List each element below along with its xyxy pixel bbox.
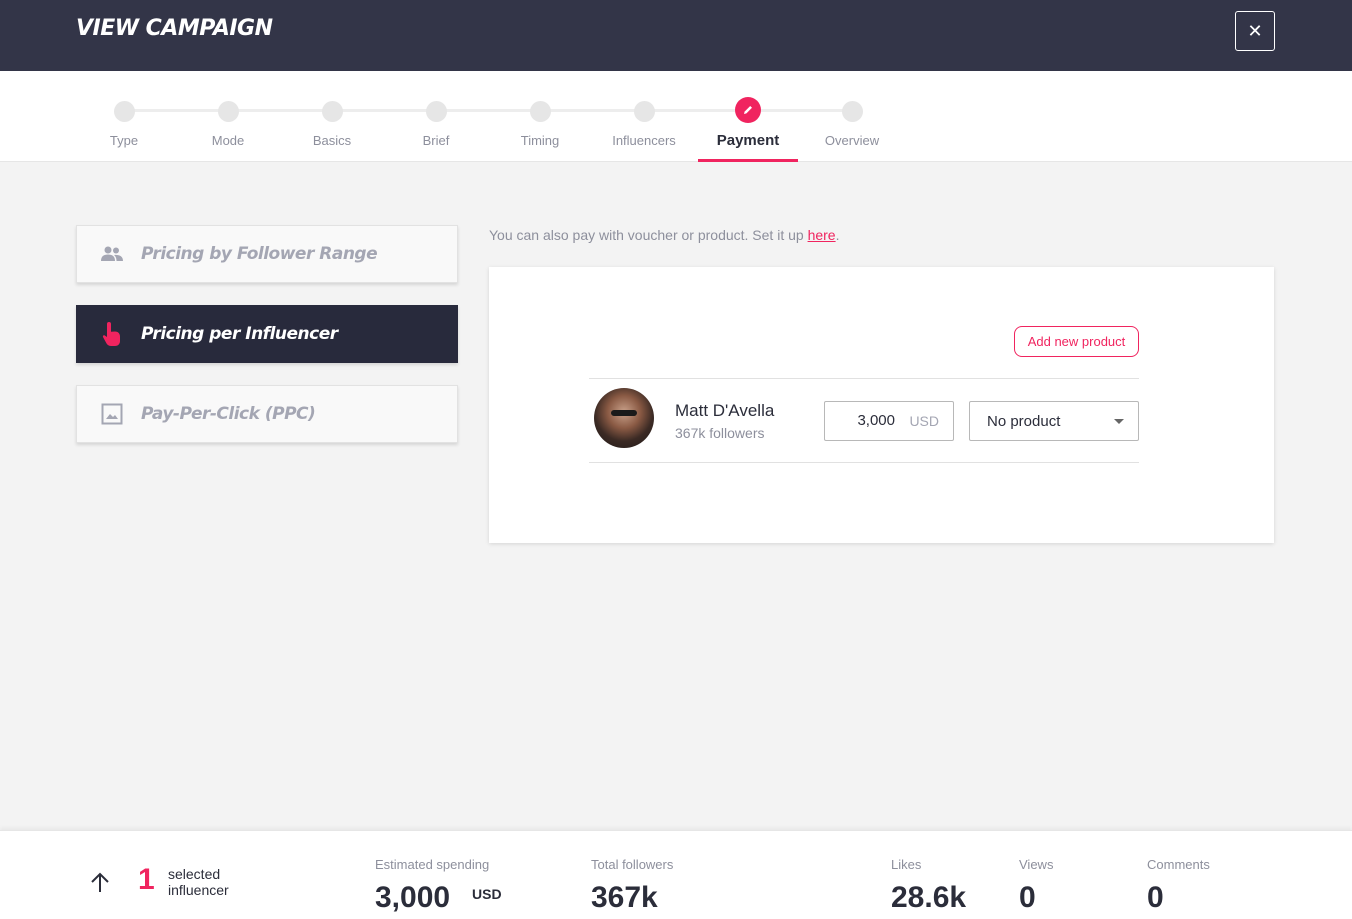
step-label: Mode	[211, 133, 245, 148]
chevron-down-icon	[1114, 419, 1124, 424]
step-brief[interactable]: Brief	[384, 97, 488, 148]
influencer-pricing-card: Add new product Matt D'Avella 367k follo…	[489, 267, 1274, 543]
step-influencers[interactable]: Influencers	[592, 97, 696, 148]
setup-here-link[interactable]: here	[808, 227, 836, 243]
influencer-name: Matt D'Avella	[675, 401, 775, 420]
product-select[interactable]: No product	[969, 401, 1139, 441]
total-followers-value: 367k	[591, 881, 658, 914]
pricing-option-label: Pricing per Influencer	[141, 324, 338, 344]
step-dot	[321, 101, 343, 122]
price-input[interactable]: 3,000 USD	[824, 401, 954, 441]
estimated-spending-value: 3,000	[375, 881, 451, 914]
total-followers-label: Total followers	[591, 857, 674, 872]
selected-label: selected influencer	[168, 866, 229, 898]
estimated-spending-label: Estimated spending	[375, 857, 490, 872]
page-title: VIEW CAMPAIGN	[76, 16, 273, 41]
likes-value: 28.6k	[891, 881, 967, 914]
people-icon	[100, 246, 124, 262]
touch-icon	[100, 321, 124, 347]
payment-note-end: .	[835, 227, 840, 243]
step-dot	[217, 101, 239, 122]
estimated-spending-unit: USD	[472, 886, 502, 902]
step-payment[interactable]: Payment	[696, 97, 800, 149]
step-dot	[841, 101, 863, 122]
price-value: 3,000	[857, 412, 895, 429]
price-currency: USD	[909, 413, 939, 429]
views-value: 0	[1019, 881, 1036, 914]
pricing-option-follower-range[interactable]: Pricing by Follower Range	[76, 225, 458, 283]
app-header: VIEW CAMPAIGN ✕	[0, 0, 1352, 71]
step-overview[interactable]: Overview	[800, 97, 904, 148]
comments-label: Comments	[1147, 857, 1210, 872]
views-label: Views	[1019, 857, 1054, 872]
add-new-product-button[interactable]: Add new product	[1014, 326, 1139, 357]
pricing-option-ppc[interactable]: Pay-Per-Click (PPC)	[76, 385, 458, 443]
pricing-option-label: Pricing by Follower Range	[141, 244, 378, 264]
selected-count: 1	[138, 863, 155, 896]
close-icon: ✕	[1247, 20, 1263, 41]
avatar	[594, 388, 654, 448]
step-label: Brief	[422, 133, 450, 148]
comments-value: 0	[1147, 881, 1164, 914]
step-dot	[529, 101, 551, 122]
active-step-underline	[698, 159, 798, 162]
payment-note: You can also pay with voucher or product…	[489, 227, 839, 243]
step-label: Payment	[716, 132, 780, 149]
step-dot	[113, 101, 135, 122]
influencer-followers: 367k followers	[675, 425, 765, 441]
likes-label: Likes	[891, 857, 922, 872]
close-button[interactable]: ✕	[1235, 11, 1275, 51]
arrow-up-icon[interactable]	[88, 871, 112, 895]
pricing-option-per-influencer[interactable]: Pricing per Influencer	[76, 305, 458, 363]
step-mode[interactable]: Mode	[176, 97, 280, 148]
step-label: Timing	[520, 133, 560, 148]
step-basics[interactable]: Basics	[280, 97, 384, 148]
step-timing[interactable]: Timing	[488, 97, 592, 148]
step-type[interactable]: Type	[72, 97, 176, 148]
step-dot	[425, 101, 447, 122]
summary-footer: 1 selected influencer Estimated spending…	[0, 830, 1352, 919]
step-label: Basics	[312, 133, 352, 148]
product-select-value: No product	[987, 413, 1061, 430]
campaign-stepper: Type Mode Basics Brief Timing Influencer…	[0, 71, 1352, 162]
payment-note-text: You can also pay with voucher or product…	[489, 227, 808, 243]
pencil-icon	[735, 97, 761, 123]
step-label: Influencers	[612, 133, 676, 148]
step-label: Type	[109, 133, 139, 148]
pricing-option-label: Pay-Per-Click (PPC)	[141, 404, 316, 424]
influencer-row: Matt D'Avella 367k followers 3,000 USD N…	[589, 378, 1139, 463]
image-icon	[100, 403, 124, 425]
step-dot	[633, 101, 655, 122]
step-label: Overview	[824, 133, 880, 148]
